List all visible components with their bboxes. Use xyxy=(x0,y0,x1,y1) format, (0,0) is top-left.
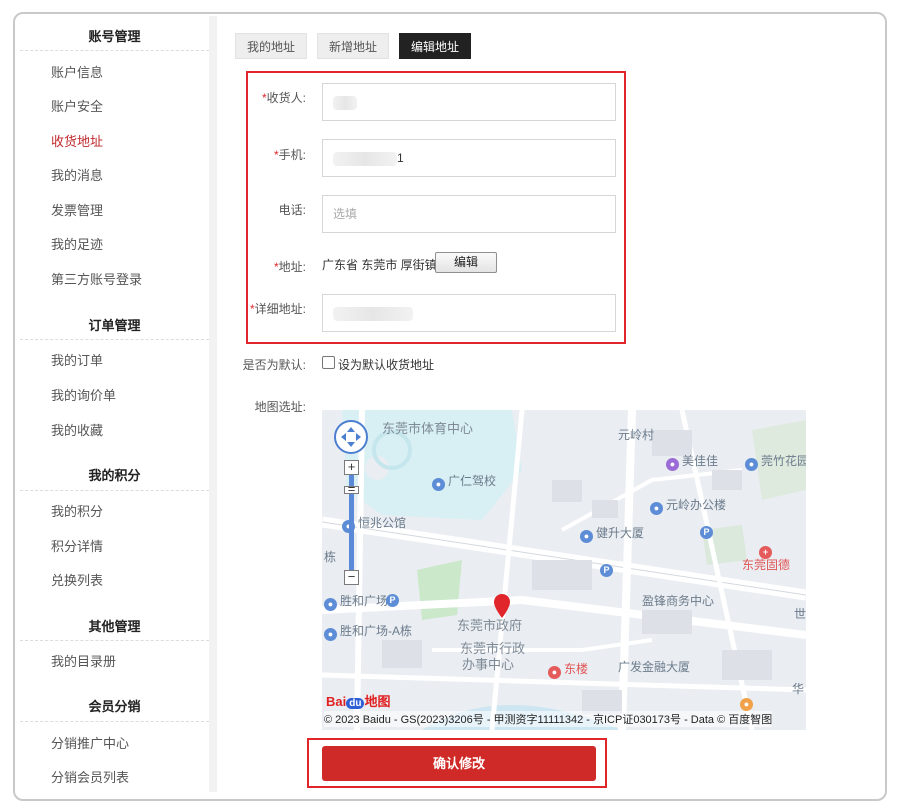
sidebar-item-third-party-login[interactable]: 第三方账号登录 xyxy=(51,269,142,288)
parking-icon: P xyxy=(700,522,716,539)
map-label-jiansheng-building: ● 健升大厦 xyxy=(580,524,644,543)
detail-address-label: *详细地址: xyxy=(249,302,306,316)
section-title-points: 我的积分 xyxy=(88,468,141,483)
map-label-admin-center-2: 办事中心 xyxy=(462,657,515,672)
shop-icon: ● xyxy=(666,458,679,471)
divider xyxy=(20,339,209,340)
redacted-value xyxy=(333,95,357,110)
building-icon: ● xyxy=(650,502,663,515)
map-label-yuanling-village: 元岭村 xyxy=(618,428,655,442)
mobile-input[interactable]: 1 xyxy=(322,139,616,177)
divider xyxy=(20,490,209,491)
divider xyxy=(20,721,209,722)
sidebar-item-account-security[interactable]: 账户安全 xyxy=(51,96,103,115)
phone-label: 电话: xyxy=(278,203,306,217)
map-label-meijiajia: ● 美佳佳 xyxy=(666,452,718,471)
map-background xyxy=(322,410,806,730)
map-label-east-building: ● 东楼 xyxy=(548,660,588,679)
map-view[interactable]: 东莞市体育中心 元岭村 ●美佳佳 ●莞竹花园 ●广仁驾校 ●元岭办公楼 ●恒兆公… xyxy=(322,410,806,730)
food-icon: ● xyxy=(740,694,756,711)
tab-edit-address[interactable]: 编辑地址 xyxy=(399,33,471,59)
sidebar: 账号管理 账户信息 账户安全 收货地址 我的消息 发票管理 我的足迹 第三方账号… xyxy=(20,16,209,792)
map-label-sports-center: 东莞市体育中心 xyxy=(382,421,474,436)
building-icon: ● xyxy=(745,458,758,471)
poi-icon: ● xyxy=(548,666,561,679)
edit-address-button[interactable]: 编辑 xyxy=(435,252,497,273)
map-label-city-government: 东莞市政府 xyxy=(457,618,523,633)
section-title-account: 账号管理 xyxy=(88,29,141,44)
sidebar-item-my-orders[interactable]: 我的订单 xyxy=(51,350,103,369)
mobile-label: *手机: xyxy=(273,148,306,162)
zoom-in-icon[interactable]: + xyxy=(344,460,359,475)
section-title-orders: 订单管理 xyxy=(88,318,141,333)
building-icon: ● xyxy=(324,628,337,641)
tab-my-address[interactable]: 我的地址 xyxy=(235,33,307,59)
redacted-value xyxy=(333,306,413,321)
map-label-shenghe-plaza: ● 胜和广场 xyxy=(324,592,388,611)
sidebar-item-distribution-members[interactable]: 分销会员列表 xyxy=(51,767,129,786)
map-label-hua: 华 xyxy=(792,682,805,696)
sidebar-item-catalog[interactable]: 我的目录册 xyxy=(51,651,116,670)
map-label-shi: 世 xyxy=(794,607,806,621)
tab-add-address[interactable]: 新增地址 xyxy=(317,33,389,59)
sidebar-item-exchange-list[interactable]: 兑换列表 xyxy=(51,570,103,589)
default-address-checkbox-label[interactable]: 设为默认收货地址 xyxy=(338,356,434,373)
map-label: 地图选址: xyxy=(254,400,306,414)
phone-input[interactable] xyxy=(322,195,616,233)
zoom-handle[interactable]: = xyxy=(344,482,359,495)
baidu-map-logo: Bai du 地图 xyxy=(326,694,391,709)
parking-icon: P xyxy=(386,590,402,607)
map-label-dong: 栋 xyxy=(324,550,337,564)
map-label-shenghe-plaza-a: ● 胜和广场-A栋 xyxy=(324,622,412,641)
map-label-yingfeng-business: 盈锋商务中心 xyxy=(642,594,715,608)
address-label: *地址: xyxy=(273,260,306,274)
default-label: 是否为默认: xyxy=(242,358,306,372)
sidebar-item-favorites[interactable]: 我的收藏 xyxy=(51,420,103,439)
map-label-guangren-driving-school: ● 广仁驾校 xyxy=(432,472,496,491)
section-title-other: 其他管理 xyxy=(88,619,141,634)
map-label-cgb-finance-building: 广发金融大厦 xyxy=(618,660,691,674)
map-pan-control[interactable] xyxy=(334,420,368,454)
sidebar-item-invoices[interactable]: 发票管理 xyxy=(51,200,103,219)
address-value: 广东省 东莞市 厚街镇 xyxy=(322,258,437,272)
location-pin-icon[interactable] xyxy=(494,594,510,618)
section-title-distribution: 会员分销 xyxy=(88,699,141,714)
map-copyright: © 2023 Baidu - GS(2023)3206号 - 甲测资字11111… xyxy=(324,711,773,727)
redacted-value xyxy=(333,151,397,166)
sidebar-item-inquiries[interactable]: 我的询价单 xyxy=(51,385,116,404)
sidebar-item-footprint[interactable]: 我的足迹 xyxy=(51,234,103,253)
confirm-edit-button[interactable]: 确认修改 xyxy=(322,746,596,781)
sidebar-item-messages[interactable]: 我的消息 xyxy=(51,165,103,184)
map-label-guanzhu-garden: ● 莞竹花园 xyxy=(745,452,806,471)
receiver-label: *收货人: xyxy=(261,91,306,105)
parking-icon: P xyxy=(600,560,616,577)
building-icon: ● xyxy=(580,530,593,543)
sidebar-item-my-points[interactable]: 我的积分 xyxy=(51,501,103,520)
default-address-checkbox[interactable] xyxy=(322,356,335,369)
sidebar-item-points-detail[interactable]: 积分详情 xyxy=(51,536,103,555)
hospital-icon: + xyxy=(759,542,775,559)
sidebar-item-shipping-address[interactable]: 收货地址 xyxy=(51,131,103,150)
map-label-yuanling-office: ● 元岭办公楼 xyxy=(650,496,726,515)
school-icon: ● xyxy=(432,478,445,491)
divider xyxy=(20,50,209,51)
divider xyxy=(20,640,209,641)
zoom-out-icon[interactable]: − xyxy=(344,570,359,585)
detail-address-input[interactable] xyxy=(322,294,616,332)
building-icon: ● xyxy=(324,598,337,611)
sidebar-item-account-info[interactable]: 账户信息 xyxy=(51,62,103,81)
sidebar-item-distribution-center[interactable]: 分销推广中心 xyxy=(51,733,129,752)
receiver-input[interactable] xyxy=(322,83,616,121)
